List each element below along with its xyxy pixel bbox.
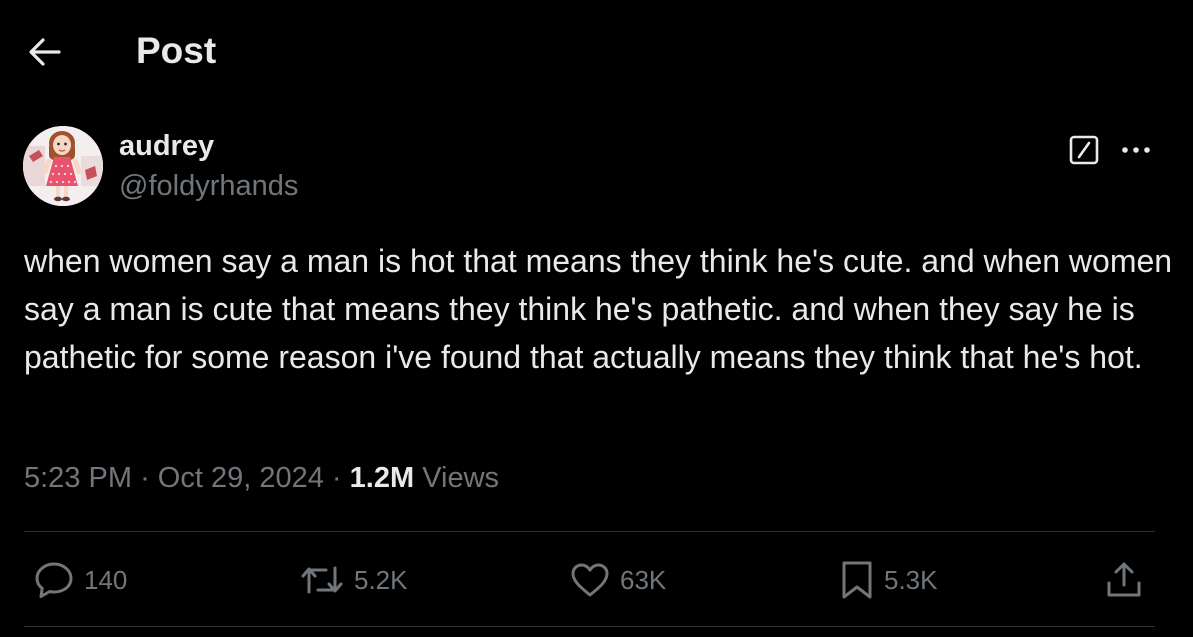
grok-button[interactable] (1066, 132, 1102, 168)
doll-avatar-icon (23, 126, 103, 206)
reply-count: 140 (84, 565, 128, 595)
views-label: Views (422, 462, 500, 494)
arrow-left-icon (29, 38, 61, 66)
back-button[interactable] (22, 30, 66, 74)
divider-bottom (24, 626, 1155, 627)
reply-icon (35, 562, 73, 598)
post-page: Post audrey @foldyrhands when women say … (0, 0, 1193, 637)
meta-separator: · (140, 462, 150, 494)
views-count: 1.2M (349, 462, 415, 494)
share-button[interactable] (1104, 558, 1144, 602)
like-button[interactable]: 63K (570, 558, 666, 602)
avatar[interactable] (23, 126, 103, 206)
bookmark-count: 5.3K (884, 565, 938, 595)
reply-button[interactable]: 140 (34, 558, 127, 602)
page-title: Post (136, 30, 217, 71)
bookmark-icon (842, 561, 872, 599)
bookmark-button[interactable]: 5.3K (840, 558, 938, 602)
tweet-date[interactable]: Oct 29, 2024 (158, 462, 324, 494)
share-icon (1107, 562, 1141, 597)
author-handle[interactable]: @foldyrhands (119, 168, 298, 204)
repost-icon (301, 566, 343, 594)
meta-separator: · (331, 462, 342, 494)
more-horizontal-icon (1122, 147, 1150, 153)
tweet-text: when women say a man is hot that means t… (24, 243, 1173, 375)
action-bar: 140 5.2K 63K 5.3K (0, 532, 1193, 626)
tweet-time[interactable]: 5:23 PM (24, 462, 132, 494)
grok-icon (1069, 135, 1099, 165)
heart-icon (571, 563, 609, 597)
repost-count: 5.2K (354, 565, 408, 595)
repost-button[interactable]: 5.2K (300, 558, 408, 602)
author-name[interactable]: audrey (119, 128, 214, 164)
header: Post (0, 0, 1193, 100)
like-count: 63K (620, 565, 667, 595)
more-options-button[interactable] (1114, 132, 1158, 168)
tweet-meta: 5:23 PM · Oct 29, 2024 · 1.2M Views (24, 458, 499, 498)
